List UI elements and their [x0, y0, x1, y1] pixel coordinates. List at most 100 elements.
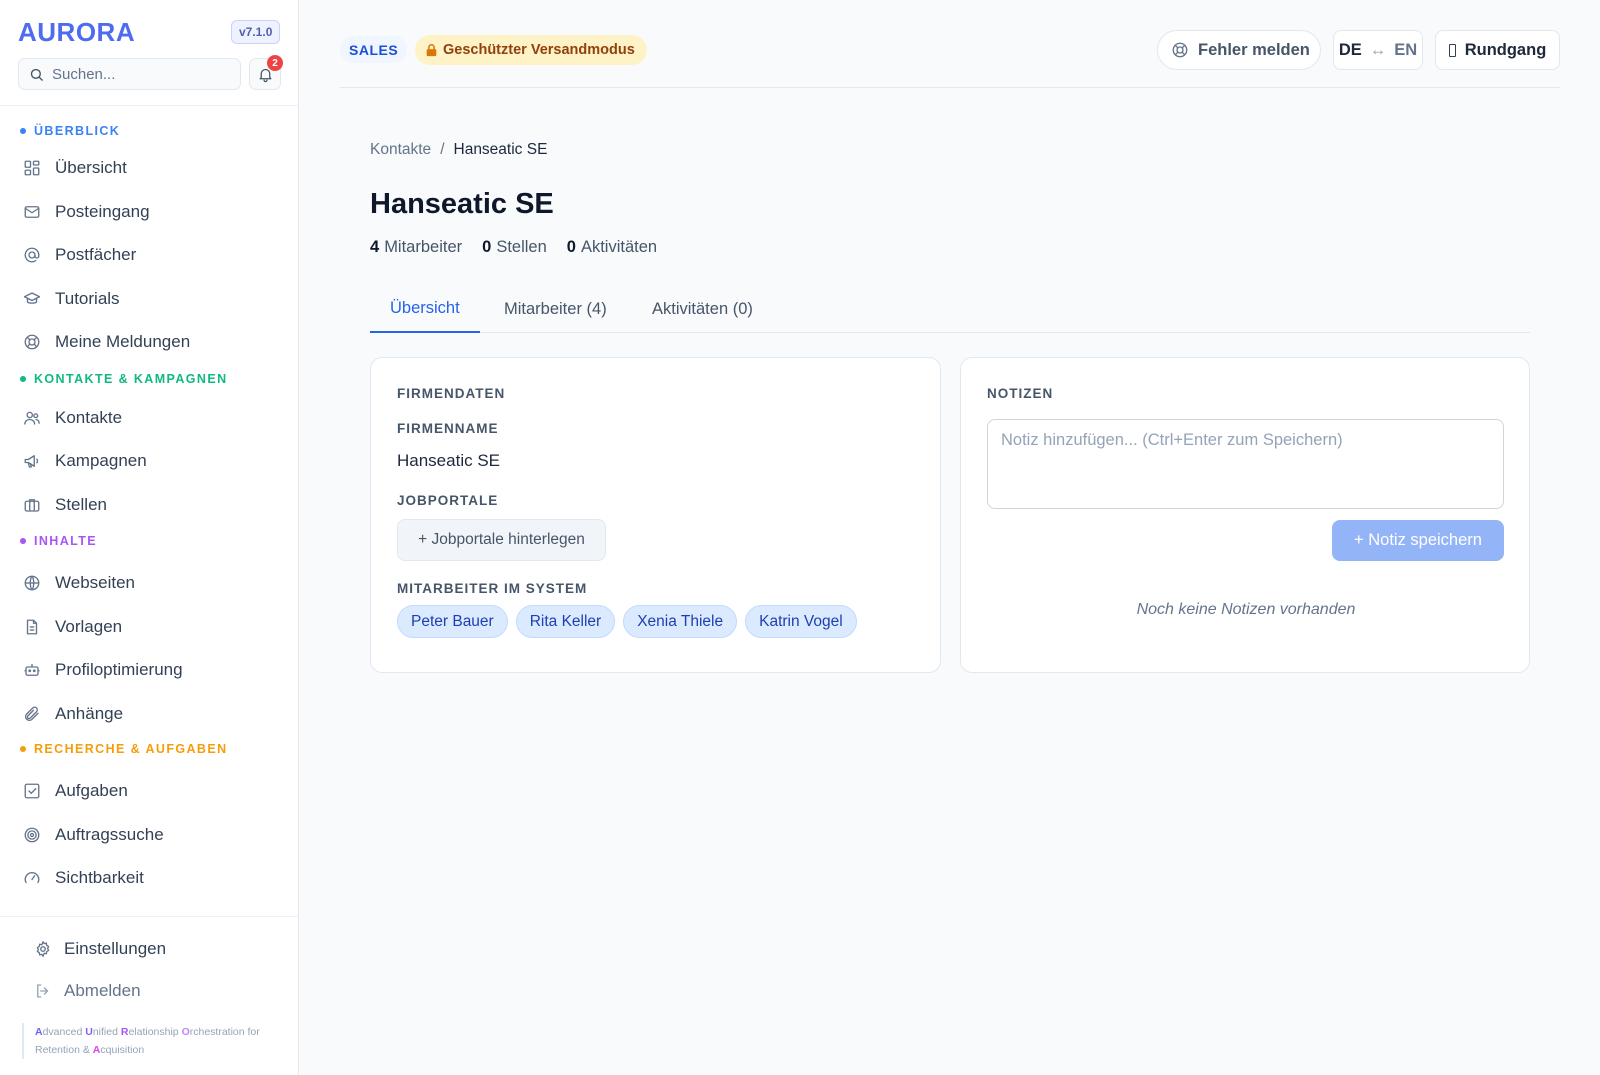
sidebar-item-meine-meldungen[interactable]: Meine Meldungen	[20, 324, 280, 360]
tagline-word: nified	[92, 1026, 121, 1038]
section-dot	[20, 128, 26, 134]
stat-value: 0	[482, 238, 492, 256]
section-dot	[20, 538, 26, 544]
at-icon	[24, 247, 40, 263]
logout-label: Abmelden	[64, 981, 141, 1000]
company-name-label: FIRMENNAME	[397, 421, 499, 436]
section-dot	[20, 746, 26, 752]
save-note-button[interactable]: + Notiz speichern	[1332, 520, 1504, 561]
mail-icon	[24, 206, 40, 218]
sidebar-item-label: Vorlagen	[55, 617, 123, 636]
language-toggle[interactable]: DE ↔ EN	[1333, 30, 1423, 70]
users-icon	[24, 411, 40, 425]
add-job-portals-button[interactable]: + Jobportale hinterlegen	[397, 519, 606, 561]
report-bug-button[interactable]: Fehler melden	[1157, 30, 1321, 70]
employee-chip[interactable]: Xenia Thiele	[623, 605, 738, 638]
stat-employees: 4 Mitarbeiter	[370, 238, 462, 257]
sidebar-item-label: Stellen	[55, 495, 107, 514]
sidebar-item-label: Anhänge	[55, 704, 124, 723]
tab-mitarbeiter[interactable]: Mitarbeiter (4)	[504, 285, 607, 333]
note-textarea[interactable]	[1001, 431, 1490, 497]
tab-uebersicht[interactable]: Übersicht	[370, 285, 480, 333]
sidebar-item-label: Sichtbarkeit	[55, 868, 144, 887]
sidebar-item-tutorials[interactable]: Tutorials	[20, 281, 280, 317]
sidebar-item-webseiten[interactable]: Webseiten	[20, 565, 280, 601]
sidebar-item-label: Posteingang	[55, 202, 150, 221]
settings-link[interactable]: Einstellungen	[34, 939, 166, 959]
breadcrumb: Kontakte / Hanseatic SE	[370, 141, 547, 159]
stat-label: Stellen	[496, 238, 547, 256]
sidebar-item-label: Webseiten	[55, 573, 136, 592]
lifebuoy-icon	[1172, 42, 1188, 58]
search-icon	[30, 68, 43, 81]
gauge-icon	[24, 872, 40, 884]
sales-badge: SALES	[340, 36, 408, 63]
sidebar-item-kampagnen[interactable]: Kampagnen	[20, 443, 280, 479]
section-label: INHALTE	[34, 534, 98, 548]
sidebar-nav: ÜBERBLICK Übersicht Posteingang Postfäch…	[0, 106, 298, 916]
company-name-value: Hanseatic SE	[397, 451, 500, 470]
sidebar-item-anhaenge[interactable]: Anhänge	[20, 696, 280, 732]
section-header-recherche-aufgaben: RECHERCHE & AUFGABEN	[20, 742, 228, 756]
sidebar-item-aufgaben[interactable]: Aufgaben	[20, 773, 280, 809]
sidebar-footer: Einstellungen Abmelden Advanced Unified …	[0, 916, 298, 1075]
swap-arrow-icon: ↔	[1369, 40, 1387, 59]
employee-chip[interactable]: Rita Keller	[515, 605, 616, 638]
sidebar-item-posteingang[interactable]: Posteingang	[20, 194, 280, 230]
sidebar-item-stellen[interactable]: Stellen	[20, 487, 280, 523]
document-icon	[26, 619, 38, 635]
breadcrumb-current: Hanseatic SE	[453, 141, 548, 158]
company-stats: 4 Mitarbeiter 0 Stellen 0 Aktivitäten	[370, 238, 677, 257]
tagline-word: dvanced	[42, 1026, 86, 1038]
page-title: Hanseatic SE	[370, 188, 554, 220]
section-label: ÜBERBLICK	[34, 124, 121, 138]
section-label: KONTAKTE & KAMPAGNEN	[34, 372, 228, 386]
card-heading: FIRMENDATEN	[397, 386, 506, 401]
sidebar-item-kontakte[interactable]: Kontakte	[20, 400, 280, 436]
sidebar-item-postfaecher[interactable]: Postfächer	[20, 237, 280, 273]
sidebar-item-sichtbarkeit[interactable]: Sichtbarkeit	[20, 860, 280, 896]
sidebar-header: AURORA v7.1.0 2	[0, 0, 298, 106]
sidebar-item-auftragssuche[interactable]: Auftragssuche	[20, 817, 280, 853]
employee-chip[interactable]: Peter Bauer	[397, 605, 508, 638]
employees-label: MITARBEITER IM SYSTEM	[397, 581, 588, 596]
empty-notes-message: Noch keine Notizen vorhanden	[1136, 601, 1356, 618]
app-logo[interactable]: AURORA	[18, 17, 135, 48]
lock-icon	[426, 44, 437, 57]
sidebar-item-profiloptimierung[interactable]: Profiloptimierung	[20, 652, 280, 688]
tour-button[interactable]: Rundgang	[1435, 30, 1560, 70]
version-badge: v7.1.0	[231, 20, 281, 44]
sidebar-item-label: Profiloptimierung	[55, 660, 183, 679]
tagline-initial: A	[35, 1026, 43, 1038]
nav-scroll-fade	[0, 900, 298, 916]
stat-jobs: 0 Stellen	[482, 238, 547, 257]
employee-chip[interactable]: Katrin Vogel	[745, 605, 857, 638]
stat-value: 0	[566, 238, 576, 256]
tagline-word: Retention &	[35, 1044, 93, 1056]
notifications-button[interactable]: 2	[249, 55, 283, 90]
tagline-initial: U	[85, 1026, 93, 1038]
graduation-cap-icon	[23, 292, 41, 304]
search-box[interactable]	[18, 58, 241, 90]
note-input-wrapper	[987, 419, 1504, 509]
sidebar-item-label: Postfächer	[55, 245, 137, 264]
tagline-word: cquisition	[100, 1044, 145, 1056]
breadcrumb-parent-link[interactable]: Kontakte	[370, 141, 431, 159]
lang-to: EN	[1394, 40, 1418, 59]
sidebar-item-uebersicht[interactable]: Übersicht	[20, 150, 280, 186]
tab-bar: Übersicht Mitarbeiter (4) Aktivitäten (0…	[370, 285, 1530, 333]
logout-link[interactable]: Abmelden	[34, 981, 141, 1001]
stat-label: Aktivitäten	[580, 238, 658, 256]
tab-aktivitaeten[interactable]: Aktivitäten (0)	[652, 285, 753, 333]
section-header-ueberblick: ÜBERBLICK	[20, 124, 120, 138]
search-input[interactable]	[52, 65, 222, 83]
section-label: RECHERCHE & AUFGABEN	[34, 742, 228, 756]
logout-icon	[37, 984, 49, 998]
sidebar-item-vorlagen[interactable]: Vorlagen	[20, 609, 280, 645]
gear-icon	[36, 940, 50, 958]
globe-icon	[24, 575, 40, 591]
tagline-initial: O	[181, 1026, 190, 1038]
tagline-word: rchestration for	[189, 1026, 260, 1038]
paperclip-icon	[25, 706, 39, 721]
app-tagline: Advanced Unified Relationship Orchestrat…	[22, 1023, 272, 1059]
